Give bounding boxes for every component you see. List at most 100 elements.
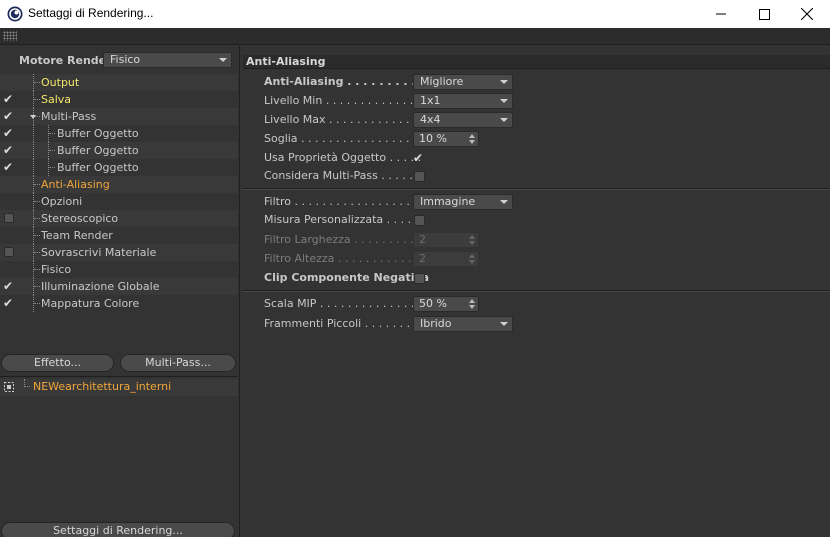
micro-fragments-label: Frammenti Piccoli . . . . . . . . . [264,317,425,330]
tree-item-label: Buffer Oggetto [57,127,139,140]
filter-width-input: 2 [413,232,479,248]
tree-item[interactable]: ✔ Mappatura Colore [0,295,238,312]
close-icon [801,8,813,20]
close-button[interactable] [784,0,830,28]
tree-item-label: Multi-Pass [41,110,97,123]
render-engine-row: Motore Render Fisico [0,51,240,69]
min-level-dropdown[interactable]: 1x1 [413,93,513,109]
maximize-icon [758,8,770,20]
tree-item[interactable]: Output [0,74,238,91]
chevron-down-icon [500,322,508,326]
clip-negative-checkbox[interactable] [414,273,425,284]
mip-scale-value: 50 % [419,297,447,310]
tree-item[interactable]: Team Render [0,227,238,244]
divider [243,188,830,190]
tree-item[interactable]: Stereoscopico [0,210,238,227]
consider-multipass-label: Considera Multi-Pass . . . . . . [264,169,420,182]
use-object-props-checkbox[interactable]: ✔ [413,152,426,165]
enable-checkbox[interactable]: ✔ [3,297,16,310]
spinner-icon[interactable] [469,134,475,144]
filter-value: Immagine [420,195,476,208]
tree-item-label: Buffer Oggetto [57,144,139,157]
micro-fragments-dropdown[interactable]: Ibrido [413,316,513,332]
tree-item[interactable]: ✔ Buffer Oggetto [0,125,238,142]
tree-item-label: Output [41,76,80,89]
render-setting-name: NEWearchitettura_interni [33,380,172,393]
chevron-down-icon [500,99,508,103]
render-engine-value: Fisico [110,53,141,66]
tree-item[interactable]: Sovrascrivi Materiale [0,244,238,261]
filter-dropdown[interactable]: Immagine [413,194,513,210]
tree-connector [49,133,55,134]
render-settings-button[interactable]: Settaggi di Rendering... [1,522,235,537]
enable-checkbox[interactable]: ✔ [3,93,16,106]
min-level-value: 1x1 [420,94,441,107]
custom-size-checkbox[interactable] [414,215,425,226]
properties-panel: Anti-Aliasing Anti-Aliasing . . . . . . … [241,46,830,537]
tree-connector [33,142,34,159]
multipass-button[interactable]: Multi-Pass... [120,354,236,372]
tree-connector [34,184,40,185]
maximize-button[interactable] [741,0,787,28]
threshold-input[interactable]: 10 % [413,131,479,147]
tree-connector [33,125,34,142]
consider-multipass-checkbox[interactable] [414,171,425,182]
anti-aliasing-dropdown[interactable]: Migliore [413,74,513,90]
section-header: Anti-Aliasing [243,55,830,69]
enable-checkbox[interactable]: ✔ [3,110,16,123]
threshold-value: 10 % [419,132,447,145]
tree-item-label: Anti-Aliasing [41,178,110,191]
min-level-label: Livello Min . . . . . . . . . . . . . . … [264,94,428,107]
custom-size-label: Misura Personalizzata . . . . . . [264,213,426,226]
divider [0,376,238,377]
enable-checkbox[interactable] [4,247,14,257]
toolbar-strip [0,28,830,45]
divider [243,290,830,292]
enable-checkbox[interactable]: ✔ [3,144,16,157]
tree-item[interactable]: ✔ Multi-Pass [0,108,238,125]
filter-width-label: Filtro Larghezza . . . . . . . . . . . [264,233,428,246]
tree-item[interactable]: ✔ Illuminazione Globale [0,278,238,295]
settings-tree: Output ✔ Salva ✔ Multi-Pass ✔ Buffer Oggetto ✔ B… [0,74,238,312]
chevron-down-icon [500,118,508,122]
tree-item[interactable]: ✔ Buffer Oggetto [0,142,238,159]
expand-arrow-icon[interactable] [30,115,36,119]
tree-item[interactable]: Fisico [0,261,238,278]
spinner-icon [469,254,475,264]
tree-connector [34,286,40,287]
filter-height-input: 2 [413,251,479,267]
render-setting-row[interactable]: NEWearchitettura_interni [0,379,238,396]
minimize-button[interactable] [698,0,744,28]
chevron-down-icon [219,58,227,62]
enable-checkbox[interactable]: ✔ [3,161,16,174]
effect-button[interactable]: Effetto... [1,354,114,372]
filter-height-value: 2 [419,252,426,265]
enable-checkbox[interactable]: ✔ [3,280,16,293]
tree-item-label: Buffer Oggetto [57,161,139,174]
clip-negative-label: Clip Componente Negativa [264,271,430,284]
tree-item[interactable]: Anti-Aliasing [0,176,238,193]
grip-icon[interactable] [3,31,17,41]
tree-connector [34,235,40,236]
max-level-dropdown[interactable]: 4x4 [413,112,513,128]
tree-item[interactable]: ✔ Buffer Oggetto [0,159,238,176]
tree-item[interactable]: Opzioni [0,193,238,210]
spinner-icon [469,235,475,245]
enable-checkbox[interactable]: ✔ [3,127,16,140]
filter-label: Filtro . . . . . . . . . . . . . . . . .… [264,195,424,208]
tree-connector [49,167,55,168]
tree-connector [24,379,30,387]
tree-connector [34,269,40,270]
filter-height-label: Filtro Altezza . . . . . . . . . . . . . [264,252,426,265]
tree-item-label: Illuminazione Globale [41,280,160,293]
tree-connector [49,150,55,151]
tree-item-label: Salva [41,93,72,106]
enable-checkbox[interactable] [4,213,14,223]
render-engine-dropdown[interactable]: Fisico [103,52,232,68]
cinema4d-icon [7,6,23,22]
chevron-down-icon [500,200,508,204]
mip-scale-input[interactable]: 50 % [413,296,479,312]
tree-item-label: Fisico [41,263,72,276]
tree-item[interactable]: ✔ Salva [0,91,238,108]
spinner-icon[interactable] [469,299,475,309]
